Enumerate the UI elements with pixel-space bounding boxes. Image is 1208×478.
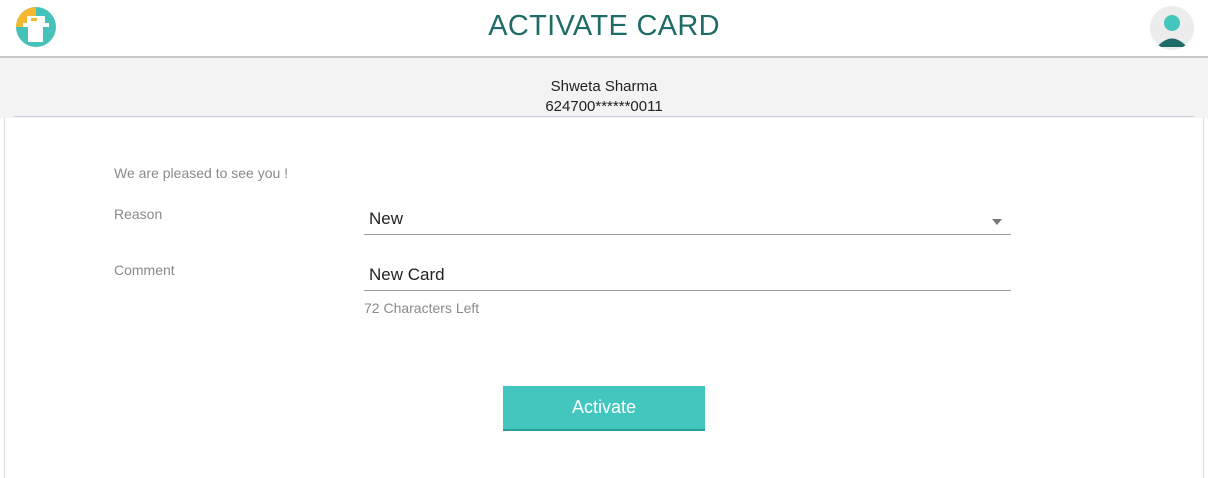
card-holder-name: Shweta Sharma — [550, 78, 658, 95]
user-avatar-icon[interactable] — [1150, 6, 1194, 50]
greeting-text: We are pleased to see you ! — [114, 165, 289, 181]
card-number: 624700******0011 — [545, 98, 663, 115]
comment-value: New Card — [369, 265, 445, 284]
comment-label: Comment — [114, 262, 175, 278]
comment-input[interactable]: New Card — [364, 261, 1011, 291]
characters-left-counter: 72 Characters Left — [364, 300, 480, 316]
page-title: ACTIVATE CARD — [488, 10, 720, 42]
app-header: ACTIVATE CARD — [0, 0, 1208, 58]
card-divider — [14, 116, 1194, 117]
reason-label: Reason — [114, 206, 163, 222]
reason-selected-value: New — [369, 209, 404, 228]
card-info-banner: Shweta Sharma 624700******0011 — [0, 58, 1208, 118]
dropdown-arrow-icon — [992, 219, 1002, 225]
reason-select[interactable]: New — [364, 205, 1011, 235]
activate-button[interactable]: Activate — [503, 386, 705, 431]
